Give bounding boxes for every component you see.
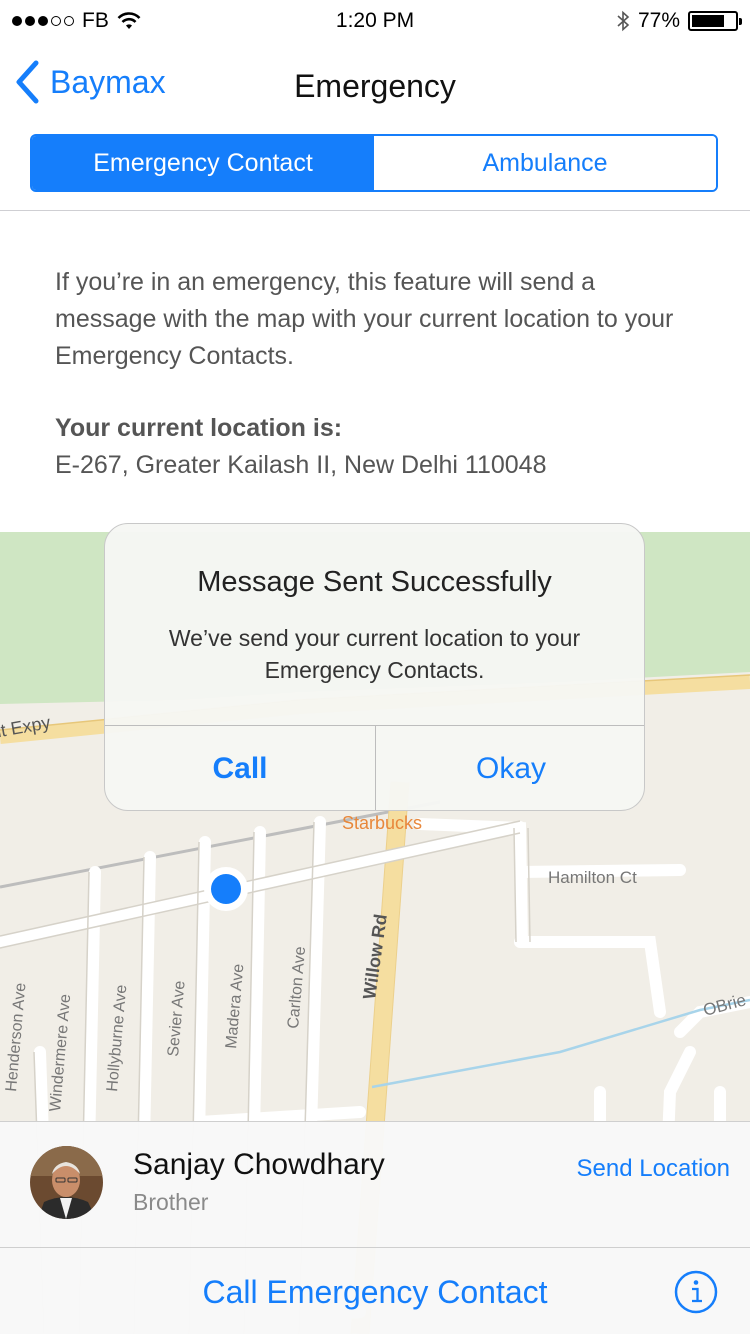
alert-okay-button[interactable]: Okay [376, 726, 644, 810]
tab-ambulance[interactable]: Ambulance [374, 136, 716, 190]
bottom-bar: Call Emergency Contact [0, 1247, 750, 1334]
info-icon[interactable] [674, 1270, 718, 1314]
segmented-control: Emergency Contact Ambulance [30, 134, 718, 192]
map-label-hamilton: Hamilton Ct [548, 868, 637, 887]
send-location-button[interactable]: Send Location [577, 1155, 730, 1183]
status-bar: FB 1:20 PM 77% [0, 0, 750, 40]
map-label-windermere: Windermere Ave [47, 993, 74, 1112]
info-text: If you’re in an emergency, this feature … [55, 268, 674, 370]
alert-title: Message Sent Successfully [197, 566, 552, 598]
contact-name: Sanjay Chowdhary [133, 1148, 385, 1181]
tab-emergency-contact[interactable]: Emergency Contact [32, 136, 374, 190]
map-label-obrien: OBrie [701, 990, 748, 1020]
battery-percent: 77% [637, 9, 680, 32]
avatar [30, 1146, 103, 1219]
alert-call-button[interactable]: Call [105, 726, 375, 810]
map-label-madera: Madera Ave [223, 963, 247, 1049]
navigation-bar: Baymax Emergency [0, 40, 750, 130]
alert-dialog: Message Sent Successfully We’ve send you… [104, 523, 645, 811]
map-label-carlton: Carlton Ave [285, 946, 309, 1030]
map-label-hollyburne: Hollyburne Ave [104, 984, 130, 1093]
divider [0, 210, 750, 211]
battery-icon [688, 11, 742, 31]
bluetooth-icon [617, 10, 630, 32]
location-label: Your current location is: [55, 414, 343, 442]
map-label-henderson: Henderson Ave [3, 982, 29, 1092]
map-label-sevier: Sevier Ave [165, 980, 189, 1057]
alert-message: We’ve send your current location to your… [168, 625, 581, 683]
contact-row[interactable]: Sanjay Chowdhary Brother Send Location [0, 1121, 750, 1247]
map-label-starbucks: Starbucks [342, 813, 422, 833]
call-emergency-contact-button[interactable]: Call Emergency Contact [0, 1274, 750, 1311]
location-value: E-267, Greater Kailash II, New Delhi 110… [55, 451, 547, 479]
page-title: Emergency [294, 68, 456, 104]
contact-relation: Brother [133, 1189, 209, 1215]
